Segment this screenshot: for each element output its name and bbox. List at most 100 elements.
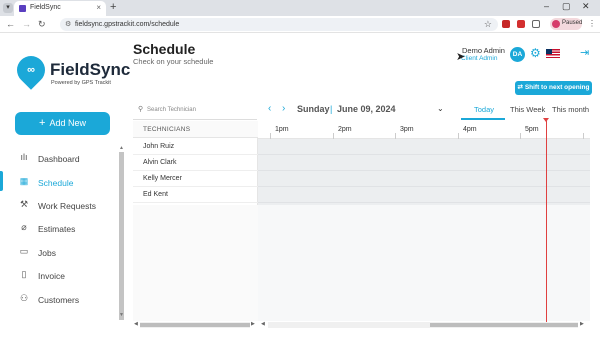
back-icon[interactable]: ← xyxy=(6,19,15,29)
logo-infinity-icon: ∞ xyxy=(27,64,35,76)
scroll-left-icon[interactable]: ◀ xyxy=(134,321,138,327)
scroll-right-icon[interactable]: ▶ xyxy=(251,321,255,327)
sidebar-item-customers[interactable]: ⚇ Customers xyxy=(16,291,116,309)
technicians-empty-area xyxy=(133,205,258,321)
briefcase-icon: ▭ xyxy=(19,246,29,256)
technician-search[interactable]: ⚲ Search Technician xyxy=(133,101,257,120)
sidebar-item-label: Invoice xyxy=(38,271,65,281)
technicians-panel: TECHNICIANS John Ruiz Alvin Clark Kelly … xyxy=(133,121,258,321)
document-icon: ▯ xyxy=(21,269,27,279)
shift-to-next-opening-button[interactable]: ⇄ Shift to next opening xyxy=(515,81,592,95)
paperclip-icon: ⌀ xyxy=(21,222,27,232)
hour-label: 1pm xyxy=(275,126,289,133)
profile-button[interactable]: Paused xyxy=(550,18,582,30)
schedule-empty-area xyxy=(258,205,590,321)
extension-icon[interactable] xyxy=(517,20,525,28)
profile-status: Paused xyxy=(562,20,583,26)
browser-tab[interactable]: FieldSync × xyxy=(14,1,106,16)
technician-row[interactable]: Alvin Clark xyxy=(133,155,258,171)
scroll-up-icon[interactable]: ▲ xyxy=(119,145,124,151)
sidebar-scrollbar[interactable] xyxy=(119,152,124,320)
date-separator: | xyxy=(330,104,333,114)
search-icon: ⚲ xyxy=(138,106,144,113)
schedule-grid-lines xyxy=(258,139,590,205)
profile-avatar xyxy=(552,20,560,28)
timeline-hscrollbar[interactable] xyxy=(268,322,578,328)
tab-close-icon[interactable]: × xyxy=(96,3,101,12)
hour-label: 3pm xyxy=(400,126,414,133)
sidebar-item-estimates[interactable]: ⌀ Estimates xyxy=(16,220,116,238)
scrollbar-thumb[interactable] xyxy=(140,323,250,327)
technician-row[interactable]: Ed Kent xyxy=(133,187,258,203)
add-new-button[interactable]: + Add New xyxy=(15,112,110,135)
sidebar-item-label: Dashboard xyxy=(38,154,80,164)
shift-label: Shift to next opening xyxy=(524,84,590,91)
sidebar-item-jobs[interactable]: ▭ Jobs xyxy=(16,244,116,262)
sidebar-item-schedule[interactable]: ▦ Schedule xyxy=(16,174,116,192)
sidebar-item-dashboard[interactable]: ılı Dashboard xyxy=(16,150,116,168)
date-weekday[interactable]: Sunday xyxy=(297,104,330,114)
scroll-left-icon[interactable]: ◀ xyxy=(261,321,265,327)
browser-toolbar: ← → ↻ ⚙ fieldsync.gpstrackit.com/schedul… xyxy=(0,16,600,33)
scrollbar-thumb[interactable] xyxy=(430,323,578,327)
shift-icon: ⇄ xyxy=(517,84,525,91)
logo-tagline: Powered by GPS Trackit xyxy=(51,80,111,86)
technician-row[interactable]: John Ruiz xyxy=(133,139,258,155)
extensions-puzzle-icon[interactable] xyxy=(532,20,540,28)
tab-this-month[interactable]: This month xyxy=(552,105,589,114)
user-name: Demo Admin xyxy=(462,46,505,55)
hour-label: 5pm xyxy=(525,126,539,133)
page-subtitle: Check on your schedule xyxy=(133,57,214,66)
active-indicator xyxy=(0,171,3,191)
address-bar[interactable]: ⚙ fieldsync.gpstrackit.com/schedule ☆ xyxy=(60,18,498,31)
active-tab-underline xyxy=(461,118,505,120)
site-info-icon[interactable]: ⚙ xyxy=(65,20,71,28)
extension-icon[interactable] xyxy=(502,20,510,28)
technicians-header-label: TECHNICIANS xyxy=(143,126,191,133)
sidebar: ∞ FieldSync Powered by GPS Trackit + Add … xyxy=(0,34,130,338)
technician-name: John Ruiz xyxy=(143,143,175,150)
time-header: 1pm 2pm 3pm 4pm 5pm xyxy=(258,121,590,139)
close-window-button[interactable]: ✕ xyxy=(582,1,590,12)
sidebar-item-label: Work Requests xyxy=(38,201,96,211)
next-day-button[interactable]: › xyxy=(282,103,285,114)
gear-icon[interactable]: ⚙ xyxy=(530,46,541,60)
schedule-timeline: 1pm 2pm 3pm 4pm 5pm xyxy=(258,118,590,323)
sidebar-item-label: Schedule xyxy=(38,178,74,188)
avatar[interactable]: DA xyxy=(510,47,525,62)
calendar-icon: ▦ xyxy=(19,176,29,186)
chevron-down-icon[interactable]: ⌄ xyxy=(437,104,444,113)
sidebar-item-label: Estimates xyxy=(38,224,76,234)
scroll-down-icon[interactable]: ▼ xyxy=(119,312,124,318)
user-role: Client Admin xyxy=(461,55,498,62)
technician-row[interactable]: Kelly Mercer xyxy=(133,171,258,187)
date-value[interactable]: June 09, 2024 xyxy=(337,104,396,114)
tab-today[interactable]: Today xyxy=(474,105,494,114)
technicians-hscrollbar[interactable] xyxy=(140,322,250,328)
tab-search-button[interactable]: ▾ xyxy=(3,3,13,13)
sidebar-item-label: Jobs xyxy=(38,248,56,258)
add-new-label: Add New xyxy=(49,118,86,128)
reload-icon[interactable]: ↻ xyxy=(38,19,46,30)
browser-tab-strip: ▾ FieldSync × + – ▢ ✕ xyxy=(0,0,600,16)
url-text[interactable]: fieldsync.gpstrackit.com/schedule xyxy=(75,21,179,28)
bookmark-star-icon[interactable]: ☆ xyxy=(484,19,492,30)
sidebar-item-work-requests[interactable]: ⚒ Work Requests xyxy=(16,197,116,215)
mouse-cursor-icon: ➤ xyxy=(456,51,466,63)
scroll-right-icon[interactable]: ▶ xyxy=(580,321,584,327)
tab-this-week[interactable]: This Week xyxy=(510,105,545,114)
hour-label: 2pm xyxy=(338,126,352,133)
logout-icon[interactable]: ⇥ xyxy=(580,46,589,59)
sidebar-item-invoice[interactable]: ▯ Invoice xyxy=(16,267,116,285)
browser-menu-icon[interactable]: ⋮ xyxy=(588,19,596,28)
search-input[interactable]: Search Technician xyxy=(147,107,196,113)
maximize-button[interactable]: ▢ xyxy=(562,1,571,12)
favicon-icon xyxy=(19,5,26,12)
forward-icon[interactable]: → xyxy=(22,19,31,29)
prev-day-button[interactable]: ‹ xyxy=(268,103,271,114)
minimize-button[interactable]: – xyxy=(544,1,549,11)
technician-name: Alvin Clark xyxy=(143,159,177,166)
us-flag-icon[interactable] xyxy=(546,49,560,58)
new-tab-button[interactable]: + xyxy=(110,1,116,13)
current-time-line xyxy=(546,121,547,323)
